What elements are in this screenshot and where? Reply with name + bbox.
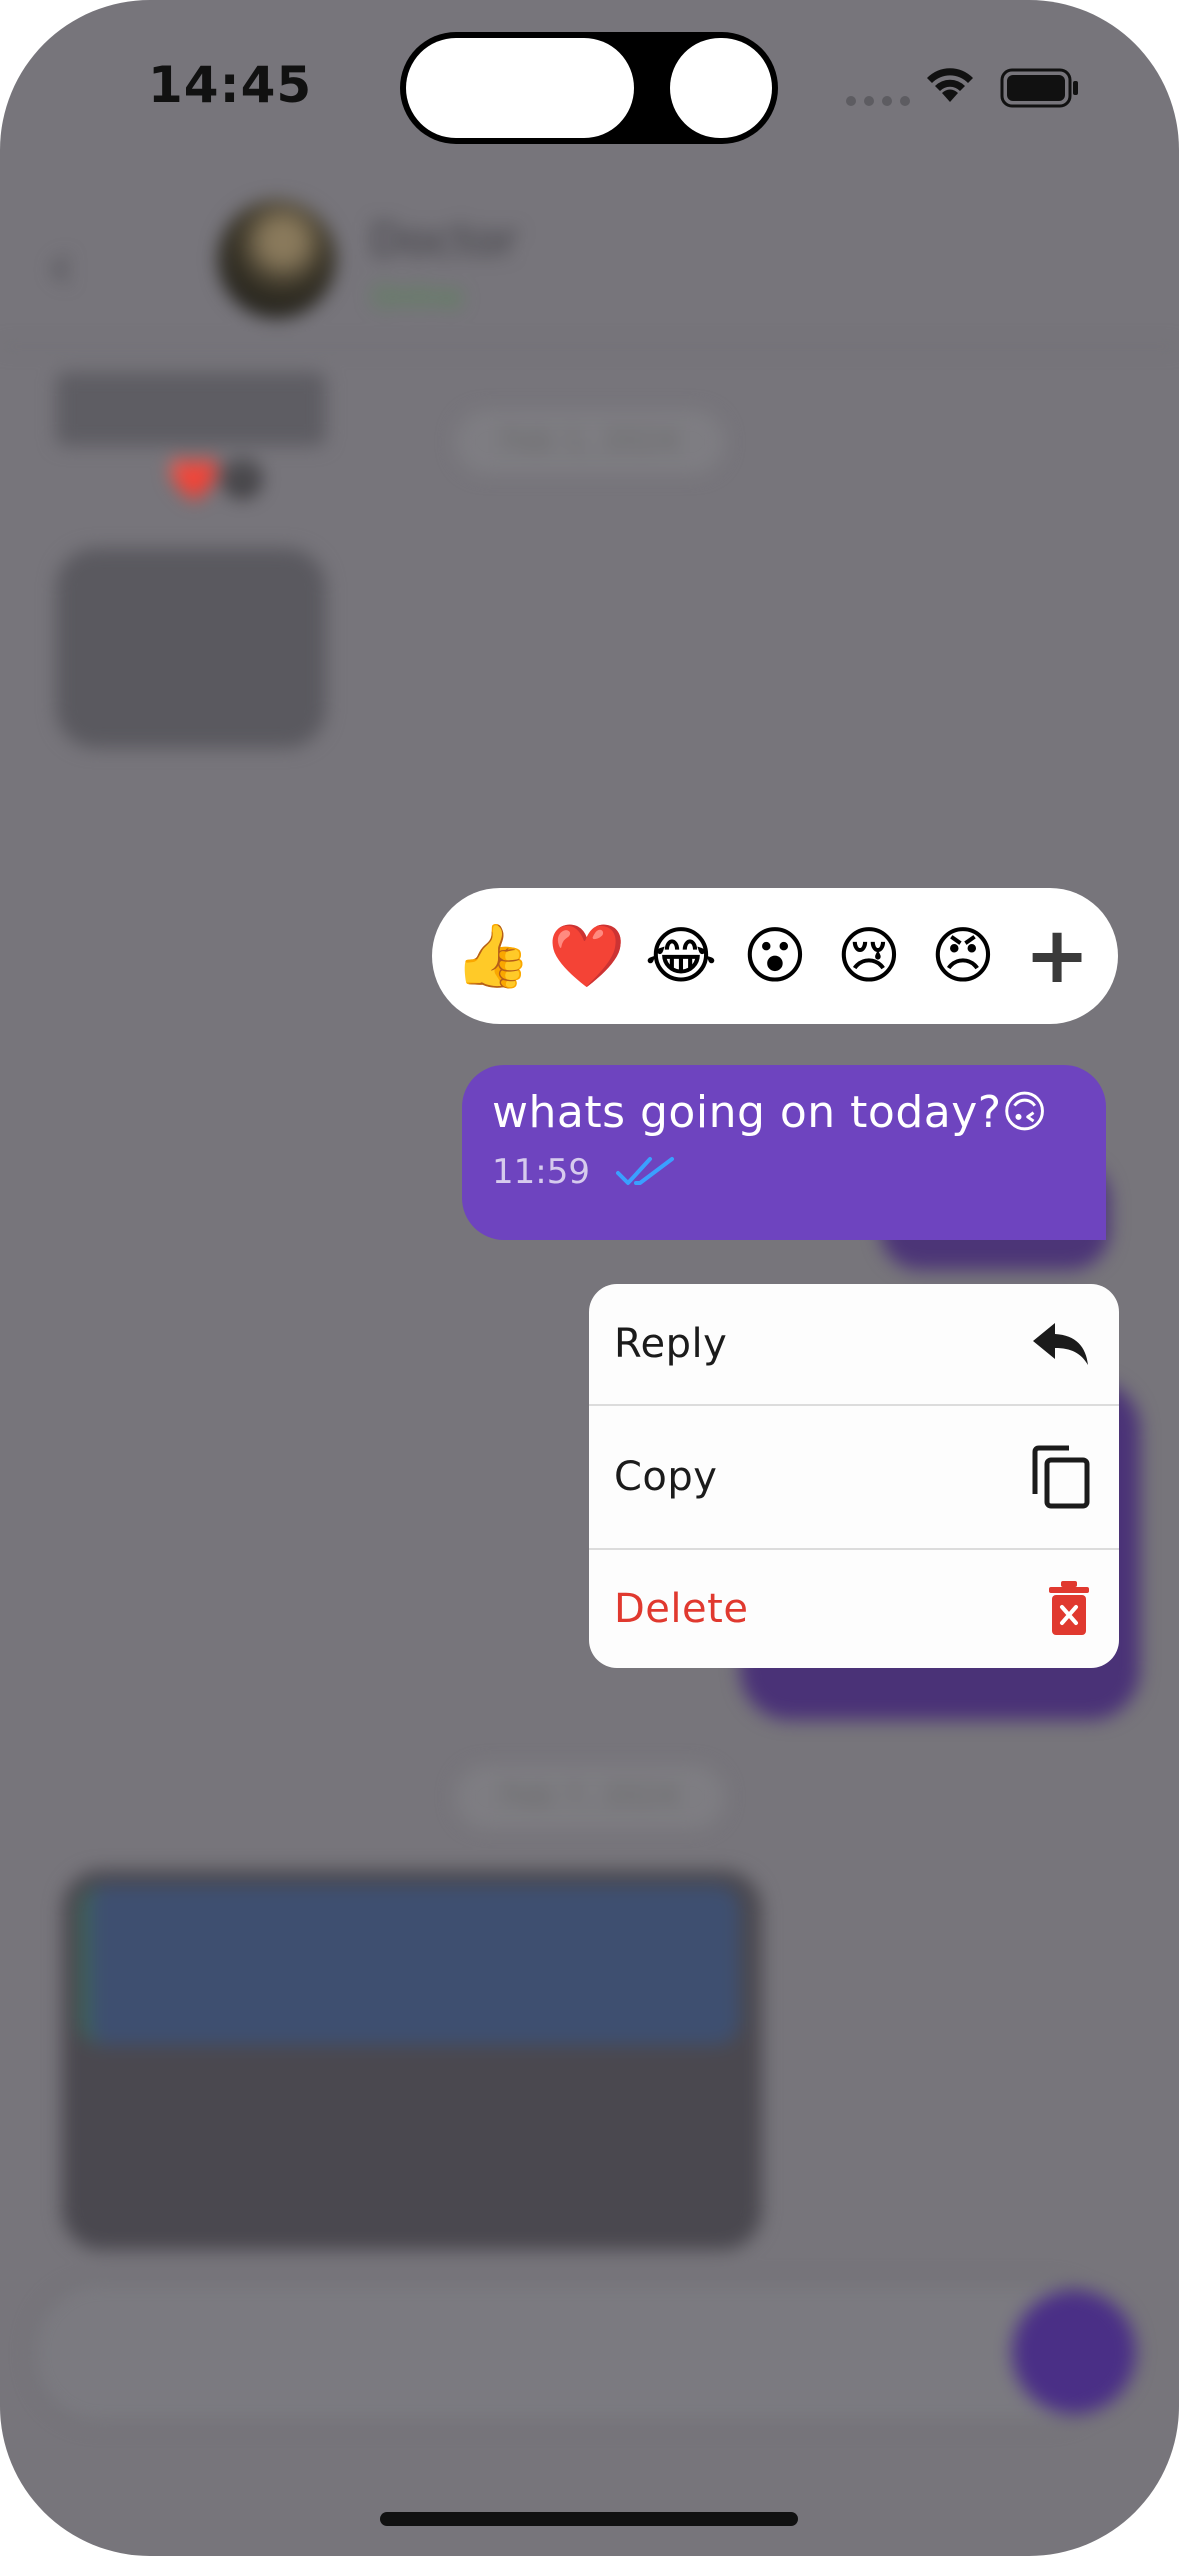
dynamic-island-pill <box>406 38 634 138</box>
message-meta: 11:59 <box>492 1152 1076 1192</box>
blurred-chat-background: ‹ Doctor Online ❤️😄 Feb 1, 2024 Feb 7, 2… <box>0 0 1179 2556</box>
copy-icon <box>1032 1445 1090 1509</box>
reaction-angry[interactable]: 😠 <box>922 915 1004 997</box>
reply-menu-item[interactable]: Reply <box>589 1284 1119 1404</box>
reaction-bar: 👍 ❤️ 😂 😮 😢 😠 + <box>432 888 1118 1024</box>
incoming-message[interactable] <box>56 548 326 748</box>
signal-icon <box>846 96 910 106</box>
copy-menu-item[interactable]: Copy <box>589 1404 1119 1548</box>
date-separator: Feb 7, 2024 <box>455 1765 725 1829</box>
quoted-reply <box>80 1885 740 2045</box>
chat-header <box>0 180 1179 345</box>
message-text: whats going on today?🙃 <box>492 1087 1048 1138</box>
contact-name: Doctor <box>370 215 518 266</box>
header-divider <box>0 345 1179 348</box>
incoming-message[interactable] <box>56 372 326 446</box>
message-input[interactable] <box>30 2280 1116 2426</box>
reaction-sad[interactable]: 😢 <box>828 915 910 997</box>
dynamic-island-dot <box>670 38 772 138</box>
message-reactions: ❤️😄 <box>168 455 265 504</box>
phone-screen: ‹ Doctor Online ❤️😄 Feb 1, 2024 Feb 7, 2… <box>0 0 1179 2556</box>
home-indicator[interactable] <box>380 2512 798 2526</box>
delete-label: Delete <box>614 1586 749 1632</box>
reaction-heart[interactable]: ❤️ <box>546 915 628 997</box>
send-button[interactable] <box>1012 2290 1136 2414</box>
status-time: 14:45 <box>148 56 313 114</box>
date-separator: Feb 1, 2024 <box>455 410 725 474</box>
reaction-laugh[interactable]: 😂 <box>640 915 722 997</box>
copy-label: Copy <box>614 1454 718 1500</box>
reply-label: Reply <box>614 1321 728 1367</box>
wifi-icon <box>927 68 973 102</box>
add-reaction-button[interactable]: + <box>1016 915 1098 997</box>
reaction-surprised[interactable]: 😮 <box>734 915 816 997</box>
message-time: 11:59 <box>492 1152 590 1192</box>
reply-icon <box>1033 1323 1088 1365</box>
double-check-icon <box>615 1157 674 1185</box>
selected-message-bubble[interactable]: whats going on today?🙃 11:59 <box>462 1065 1106 1240</box>
back-icon[interactable]: ‹ <box>48 230 74 304</box>
trash-icon <box>1049 1581 1089 1635</box>
battery-icon <box>1000 68 1078 108</box>
context-menu: Reply Copy Delete <box>589 1284 1119 1668</box>
contact-status: Online <box>372 280 463 313</box>
reaction-thumbs-up[interactable]: 👍 <box>452 915 534 997</box>
delete-menu-item[interactable]: Delete <box>589 1548 1119 1668</box>
avatar[interactable] <box>218 200 336 318</box>
